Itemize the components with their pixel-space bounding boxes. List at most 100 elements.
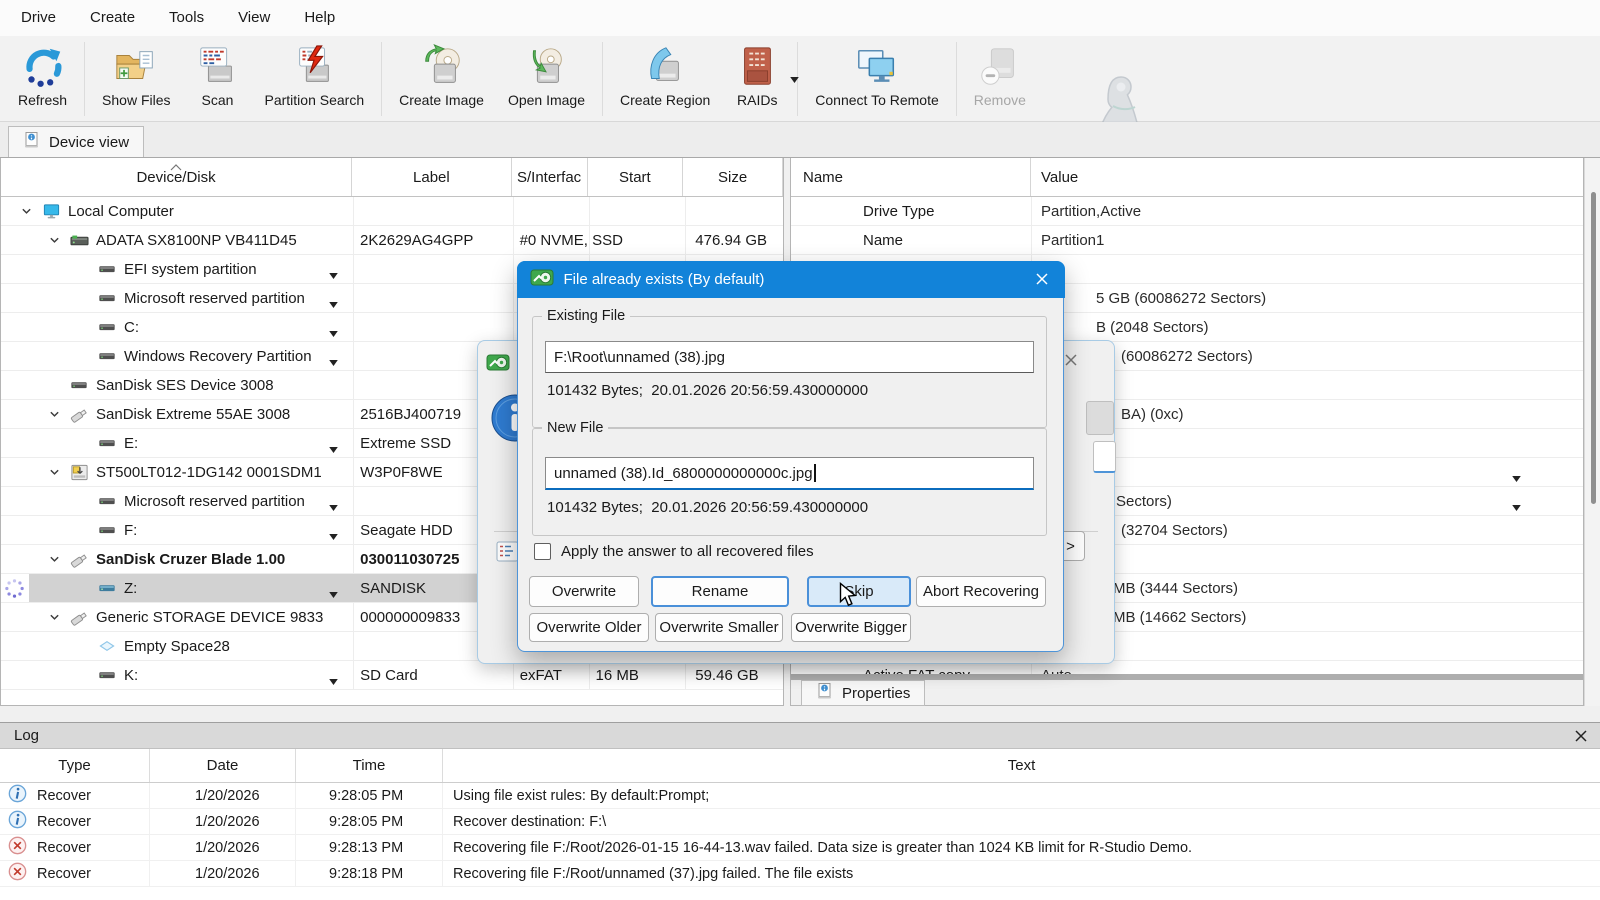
- label-cell: [352, 284, 512, 312]
- overwrite-smaller-button[interactable]: Overwrite Smaller: [655, 613, 783, 642]
- property-row[interactable]: NamePartition1: [791, 226, 1583, 255]
- device-name: E:: [124, 435, 138, 452]
- existing-file-input[interactable]: F:\Root\unnamed (38).jpg: [545, 341, 1034, 373]
- menu-view[interactable]: View: [221, 0, 287, 36]
- menu-tools[interactable]: Tools: [152, 0, 221, 36]
- create-image-button[interactable]: Create Image: [387, 40, 496, 110]
- menu-help[interactable]: Help: [287, 0, 352, 36]
- chevron-down-icon[interactable]: [329, 353, 338, 370]
- column-header-value[interactable]: Value: [1031, 158, 1583, 196]
- show-files-button[interactable]: Show Files: [90, 40, 182, 110]
- chevron-down-icon[interactable]: [790, 70, 799, 88]
- apply-all-row: Apply the answer to all recovered files: [534, 543, 814, 560]
- device-row[interactable]: ADATA SX8100NP VB411D452K2629AG4GPP#0 NV…: [1, 226, 783, 255]
- device-row[interactable]: Local Computer: [1, 197, 783, 226]
- device-name-cell: SanDisk Cruzer Blade 1.00: [1, 545, 352, 573]
- overwrite-older-button[interactable]: Overwrite Older: [529, 613, 649, 642]
- overwrite-button[interactable]: Overwrite: [529, 576, 639, 607]
- toolbar-button-label: Create Region: [620, 92, 710, 108]
- log-column-header-text[interactable]: Text: [443, 749, 1600, 782]
- column-header-s-interfac[interactable]: S/Interfac: [512, 158, 588, 196]
- raids-button[interactable]: RAIDs: [722, 40, 792, 110]
- fs-cell: exFAT: [512, 661, 588, 689]
- connect-to-remote-button[interactable]: Connect To Remote: [803, 40, 950, 110]
- close-icon[interactable]: [1064, 353, 1078, 372]
- partition-icon: [95, 260, 119, 278]
- existing-file-group-label: Existing File: [542, 308, 630, 324]
- close-icon[interactable]: [1035, 272, 1049, 290]
- new-file-input[interactable]: unnamed (38).Id_6800000000000c.jpg: [545, 457, 1034, 490]
- abort-recovering-button[interactable]: Abort Recovering: [916, 576, 1046, 607]
- expander-chevron-icon[interactable]: [41, 554, 67, 565]
- properties-tab-zone: Properties: [791, 680, 1583, 705]
- chevron-down-icon[interactable]: [329, 585, 338, 602]
- vertical-scrollbar[interactable]: [1584, 158, 1600, 706]
- rename-button[interactable]: Rename: [651, 576, 789, 607]
- open-image-button[interactable]: Open Image: [496, 40, 597, 110]
- device-name-cell: ADATA SX8100NP VB411D45: [1, 226, 352, 254]
- device-name-cell: Local Computer: [1, 197, 352, 225]
- log-row[interactable]: Recover1/20/20269:28:13 PMRecovering fil…: [0, 835, 1600, 861]
- properties-icon: [816, 682, 834, 704]
- chevron-down-icon[interactable]: [329, 527, 338, 544]
- log-row[interactable]: Recover1/20/20269:28:05 PMRecover destin…: [0, 809, 1600, 835]
- chevron-down-icon[interactable]: [329, 672, 338, 689]
- device-name-cell: Empty Space28: [1, 632, 352, 660]
- partition-search-button[interactable]: Partition Search: [253, 40, 377, 110]
- device-name: F:: [124, 522, 137, 539]
- focused-field[interactable]: [1093, 441, 1116, 473]
- device-name-cell: SanDisk SES Device 3008: [1, 371, 352, 399]
- menu-create[interactable]: Create: [73, 0, 152, 36]
- chevron-down-icon[interactable]: [329, 295, 338, 312]
- close-icon[interactable]: [1574, 729, 1588, 747]
- device-name-cell: K:: [1, 661, 352, 689]
- dialog-buttons-row2: Overwrite OlderOverwrite Smaller Overwrit…: [518, 613, 1063, 642]
- tab-device-view[interactable]: Device view: [8, 126, 144, 157]
- chevron-down-icon[interactable]: [329, 266, 338, 283]
- column-header-start[interactable]: Start: [588, 158, 684, 196]
- toolbar-button-label: Create Image: [399, 92, 484, 108]
- error-icon: [8, 862, 27, 885]
- device-name-cell: Generic STORAGE DEVICE 9833: [1, 603, 352, 631]
- expander-chevron-icon[interactable]: [13, 206, 39, 217]
- expander-chevron-icon[interactable]: [41, 467, 67, 478]
- log-column-header-date[interactable]: Date: [150, 749, 296, 782]
- device-name: ST500LT012-1DG142 0001SDM1: [96, 464, 322, 481]
- column-header-label[interactable]: Label: [352, 158, 512, 196]
- chevron-down-icon[interactable]: [1512, 498, 1521, 515]
- menu-drive[interactable]: Drive: [4, 0, 73, 36]
- create-region-button[interactable]: Create Region: [608, 40, 722, 110]
- dialog-title: File already exists (By default): [564, 271, 765, 288]
- overwrite-bigger-button[interactable]: Overwrite Bigger: [791, 613, 911, 642]
- chevron-down-icon[interactable]: [329, 440, 338, 457]
- expander-chevron-icon[interactable]: [41, 409, 67, 420]
- dialog-title-bar[interactable]: File already exists (By default): [517, 261, 1065, 298]
- property-row[interactable]: Drive TypePartition,Active: [791, 197, 1583, 226]
- expander-chevron-icon[interactable]: [41, 612, 67, 623]
- expander-chevron-icon[interactable]: [41, 235, 67, 246]
- chevron-down-icon[interactable]: [329, 498, 338, 515]
- toolbar-separator: [602, 42, 603, 116]
- tab-properties[interactable]: Properties: [801, 680, 925, 706]
- log-column-header-type[interactable]: Type: [0, 749, 150, 782]
- fs-cell: [512, 197, 588, 225]
- scrollbar-thumb[interactable]: [1591, 192, 1596, 504]
- scan-button[interactable]: Scan: [183, 40, 253, 110]
- log-row[interactable]: Recover1/20/20269:28:18 PMRecovering fil…: [0, 861, 1600, 887]
- log-row[interactable]: Recover1/20/20269:28:05 PMUsing file exi…: [0, 783, 1600, 809]
- new-file-name: unnamed (38).Id_6800000000000c.jpg: [554, 465, 813, 482]
- log-column-header-time[interactable]: Time: [296, 749, 443, 782]
- column-header-device-disk[interactable]: Device/Disk: [1, 158, 352, 196]
- refresh-button[interactable]: Refresh: [6, 40, 79, 110]
- chevron-down-icon[interactable]: [1512, 469, 1521, 486]
- apply-all-checkbox[interactable]: [534, 543, 551, 560]
- hdd-external-icon: [67, 463, 91, 482]
- skip-button[interactable]: Skip: [807, 576, 911, 607]
- chevron-down-icon[interactable]: [329, 324, 338, 341]
- device-row[interactable]: K:SD CardexFAT16 MB59.46 GB: [1, 661, 783, 690]
- device-name: Microsoft reserved partition: [124, 493, 305, 510]
- device-name: Windows Recovery Partition: [124, 348, 312, 365]
- column-header-size[interactable]: Size: [683, 158, 783, 196]
- new-file-group: New File unnamed (38).Id_6800000000000c.…: [532, 428, 1047, 536]
- column-header-name[interactable]: Name: [791, 158, 1031, 196]
